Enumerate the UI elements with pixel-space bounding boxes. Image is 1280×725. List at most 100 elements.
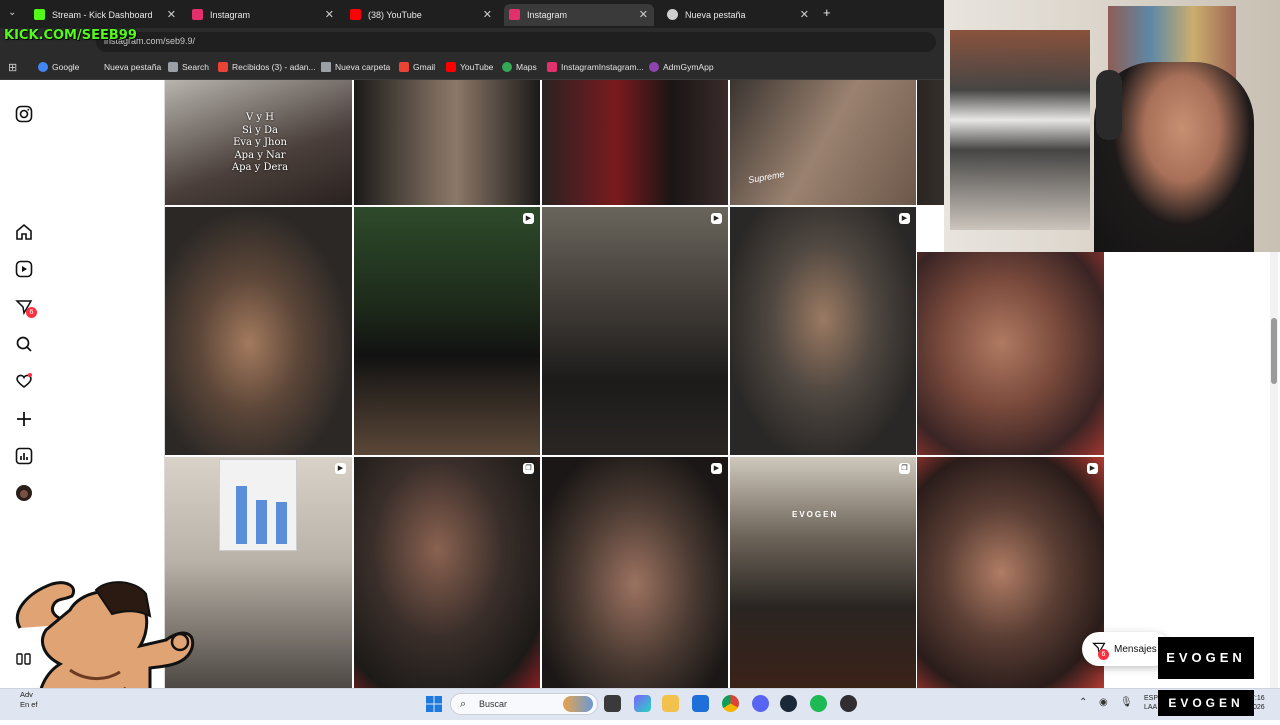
post-tile[interactable]: V y H Si y Da Eva y Jhon Apa y Nar Apa y… xyxy=(165,80,352,205)
clock-line: 026 xyxy=(1252,704,1265,711)
dashboard-icon[interactable] xyxy=(14,447,34,467)
bookmark-gmail[interactable]: Gmail xyxy=(399,60,435,74)
close-icon[interactable]: ✕ xyxy=(800,8,809,21)
create-icon[interactable] xyxy=(14,410,34,430)
bookmark-label: Search xyxy=(182,62,209,72)
address-bar[interactable] xyxy=(96,32,936,52)
tab-kick-dashboard[interactable]: Stream - Kick Dashboard ✕ xyxy=(34,4,176,26)
microphone-icon[interactable]: 🎙 xyxy=(1120,697,1133,708)
post-tile[interactable]: ▶ xyxy=(354,207,540,455)
chart-bar xyxy=(276,502,287,544)
close-icon[interactable]: ✕ xyxy=(325,8,334,21)
bookmark-instagram[interactable]: InstagramInstagram... xyxy=(547,60,644,74)
post-tile[interactable]: EVOGEN ❐ xyxy=(730,457,916,688)
steam-icon[interactable] xyxy=(780,695,797,712)
network-icon[interactable]: ◉ xyxy=(1099,697,1108,708)
tab-instagram-1[interactable]: Instagram ✕ xyxy=(192,4,334,26)
reels-icon[interactable] xyxy=(14,260,34,280)
spotify-icon[interactable] xyxy=(810,695,827,712)
file-manager-icon[interactable] xyxy=(604,695,621,712)
bookmark-nueva-pestana[interactable]: Nueva pestaña xyxy=(104,60,161,74)
maps-icon xyxy=(502,62,512,72)
taskbar-search[interactable]: ⌕ Buscar xyxy=(450,693,598,715)
obs-icon[interactable] xyxy=(840,695,857,712)
post-tile[interactable] xyxy=(917,252,1104,455)
gmail-icon xyxy=(218,62,228,72)
bookmark-google[interactable]: Google xyxy=(38,60,79,74)
tab-title: (38) YouTube xyxy=(368,10,422,20)
bookmark-youtube[interactable]: YouTube xyxy=(446,60,493,74)
evogen-logo: EVOGEN xyxy=(1158,637,1254,679)
tab-instagram-active[interactable]: Instagram ✕ xyxy=(504,4,654,26)
reel-icon: ▶ xyxy=(899,213,910,224)
chart-bar xyxy=(236,486,247,544)
folder-icon xyxy=(321,62,331,72)
post-tile[interactable] xyxy=(354,80,540,205)
bookmark-maps[interactable]: Maps xyxy=(502,60,537,74)
reel-icon: ▶ xyxy=(711,213,722,224)
post-tile[interactable]: ▶ xyxy=(542,457,728,688)
new-tab-button[interactable]: + xyxy=(823,5,831,20)
search-icon xyxy=(168,62,178,72)
bookmark-admgymapp[interactable]: AdmGymApp xyxy=(649,60,714,74)
profile-avatar-icon[interactable] xyxy=(14,484,34,504)
post-text-line: V y H xyxy=(246,112,274,123)
bookmark-nueva-carpeta[interactable]: Nueva carpeta xyxy=(321,60,390,74)
bookmark-label: InstagramInstagram... xyxy=(561,62,644,72)
tab-search-chevron-icon[interactable]: ⌄ xyxy=(8,7,16,18)
tray-chevron-icon[interactable]: ⌃ xyxy=(1079,697,1087,708)
post-tile[interactable] xyxy=(165,207,352,455)
reel-icon: ▶ xyxy=(711,463,722,474)
bookmark-label: Nueva carpeta xyxy=(335,62,391,72)
messages-button[interactable]: 6 Mensajes xyxy=(1082,632,1170,666)
post-overlay-text: V y H Si y Da Eva y Jhon Apa y Nar Apa y… xyxy=(225,112,295,175)
post-tile[interactable] xyxy=(542,80,728,205)
kick-icon xyxy=(34,9,45,20)
system-clock[interactable]: 7:16 026 xyxy=(1251,694,1265,712)
weather-line: En ef xyxy=(20,700,38,709)
apps-grid-icon[interactable]: ⊞ xyxy=(8,61,17,74)
post-tile[interactable]: ▶ xyxy=(542,207,728,455)
scrollbar-thumb[interactable] xyxy=(1271,318,1277,384)
instagram-logo-icon[interactable] xyxy=(14,105,34,125)
chart-bar xyxy=(256,500,267,544)
close-icon[interactable]: ✕ xyxy=(639,8,648,21)
search-icon[interactable] xyxy=(14,335,34,355)
store-icon[interactable] xyxy=(692,695,709,712)
messages-icon[interactable]: 6 xyxy=(14,298,37,318)
post-tile[interactable]: ❐ xyxy=(354,457,540,688)
instagram-icon xyxy=(192,9,203,20)
close-icon[interactable]: ✕ xyxy=(167,8,176,21)
discord-icon[interactable] xyxy=(752,695,769,712)
post-tile[interactable]: Supreme xyxy=(730,80,916,205)
windows-start-icon[interactable] xyxy=(426,696,442,712)
chart-screenshot xyxy=(219,459,297,551)
google-icon xyxy=(38,62,48,72)
tab-title: Nueva pestaña xyxy=(685,10,746,20)
notifications-icon[interactable] xyxy=(14,372,34,392)
bookmark-recibidos[interactable]: Recibidos (3) - adan... xyxy=(218,60,316,74)
language-indicator[interactable]: ESP LAA xyxy=(1144,694,1158,712)
page-scrollbar[interactable] xyxy=(1270,250,1278,688)
shoe-shelf xyxy=(950,30,1090,230)
language-line: ESP xyxy=(1144,695,1159,702)
carousel-icon: ❐ xyxy=(899,463,910,474)
bookmark-search[interactable]: Search xyxy=(168,60,209,74)
weather-widget[interactable]: Adv En ef xyxy=(20,690,38,710)
chrome-icon[interactable] xyxy=(722,695,739,712)
folder-icon[interactable] xyxy=(662,695,679,712)
post-tile[interactable]: ▶ xyxy=(917,457,1104,688)
copilot-icon[interactable] xyxy=(634,695,651,712)
home-icon[interactable] xyxy=(14,223,34,243)
close-icon[interactable]: ✕ xyxy=(483,8,492,21)
headphones-icon xyxy=(1096,70,1122,140)
post-text-line: Apa y Dera xyxy=(231,162,289,173)
reel-icon: ▶ xyxy=(523,213,534,224)
tab-new-tab[interactable]: Nueva pestaña ✕ xyxy=(667,4,809,26)
tab-title: Instagram xyxy=(527,10,568,20)
post-tile[interactable]: ▶ xyxy=(730,207,916,455)
post-text-line: Eva y Jhon xyxy=(233,137,287,148)
tab-youtube[interactable]: (38) YouTube ✕ xyxy=(350,4,492,26)
messages-label: Mensajes xyxy=(1114,643,1157,655)
bookmark-label: AdmGymApp xyxy=(663,62,714,72)
